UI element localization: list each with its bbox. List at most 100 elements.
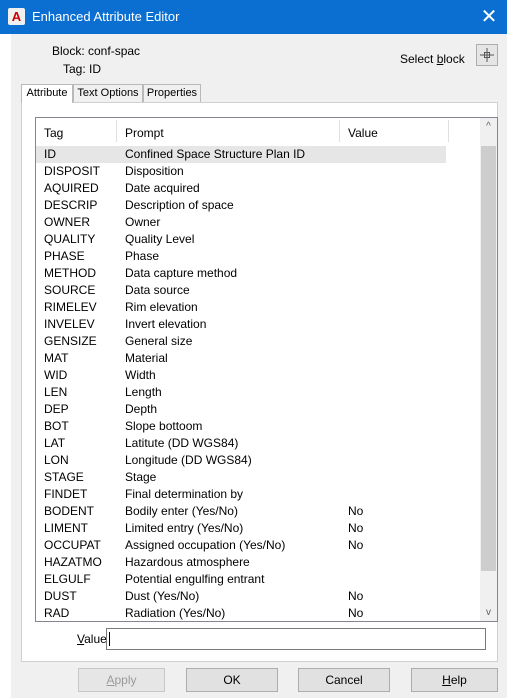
- cell-prompt: Quality Level: [125, 232, 195, 246]
- column-header-tag[interactable]: Tag: [44, 126, 63, 141]
- cell-tag: DESCRIP: [44, 198, 98, 212]
- cell-tag: FINDET: [44, 487, 88, 501]
- cell-prompt: General size: [125, 334, 193, 348]
- close-icon[interactable]: ✕: [471, 0, 507, 34]
- cell-tag: ELGULF: [44, 572, 91, 586]
- cell-tag: QUALITY: [44, 232, 96, 246]
- list-item[interactable]: ID Confined Space Structure Plan ID: [36, 146, 446, 163]
- list-item[interactable]: DISPOSIT Disposition: [36, 163, 446, 180]
- ok-button[interactable]: OK: [186, 668, 278, 692]
- cell-prompt: Rim elevation: [125, 300, 198, 314]
- window-title: Enhanced Attribute Editor: [32, 9, 180, 24]
- cell-prompt: Material: [125, 351, 168, 365]
- list-item[interactable]: OCCUPAT Assigned occupation (Yes/No) No: [36, 537, 446, 554]
- apply-button[interactable]: Apply: [78, 668, 165, 692]
- cell-value: No: [348, 538, 364, 552]
- column-header-prompt[interactable]: Prompt: [125, 126, 164, 141]
- cell-tag: WID: [44, 368, 68, 382]
- cell-prompt: Bodily enter (Yes/No): [125, 504, 238, 518]
- list-item[interactable]: DUST Dust (Yes/No) No: [36, 588, 446, 605]
- vertical-scrollbar[interactable]: ^ v: [480, 118, 497, 621]
- cancel-button[interactable]: Cancel: [298, 668, 390, 692]
- list-item[interactable]: ELGULF Potential engulfing entrant: [36, 571, 446, 588]
- cell-prompt: Radiation (Yes/No): [125, 606, 226, 620]
- cell-tag: LIMENT: [44, 521, 89, 535]
- column-header-value[interactable]: Value: [348, 126, 378, 141]
- list-item[interactable]: INVELEV Invert elevation: [36, 316, 446, 333]
- cell-tag: STAGE: [44, 470, 84, 484]
- list-item[interactable]: WID Width: [36, 367, 446, 384]
- cell-prompt: Final determination by: [125, 487, 244, 501]
- column-separator: [448, 120, 449, 142]
- tab-properties[interactable]: Properties: [143, 84, 201, 102]
- list-item[interactable]: LIMENT Limited entry (Yes/No) No: [36, 520, 446, 537]
- list-item[interactable]: AQUIRED Date acquired: [36, 180, 446, 197]
- list-item[interactable]: QUALITY Quality Level: [36, 231, 446, 248]
- cell-tag: RAD: [44, 606, 70, 620]
- cell-tag: AQUIRED: [44, 181, 99, 195]
- cell-tag: LEN: [44, 385, 68, 399]
- cell-prompt: Limited entry (Yes/No): [125, 521, 244, 535]
- value-input[interactable]: [106, 628, 486, 650]
- list-item[interactable]: BODENT Bodily enter (Yes/No) No: [36, 503, 446, 520]
- cell-prompt: Length: [125, 385, 162, 399]
- cell-tag: ID: [44, 147, 56, 161]
- scrollbar-thumb[interactable]: [481, 146, 496, 571]
- cell-tag: LON: [44, 453, 69, 467]
- cell-prompt: Owner: [125, 215, 161, 229]
- cell-prompt: Longitude (DD WGS84): [125, 453, 252, 467]
- list-item[interactable]: RAD Radiation (Yes/No) No: [36, 605, 446, 621]
- list-item[interactable]: BOT Slope bottoom: [36, 418, 446, 435]
- list-item[interactable]: SOURCE Data source: [36, 282, 446, 299]
- cell-prompt: Assigned occupation (Yes/No): [125, 538, 286, 552]
- cell-value: No: [348, 589, 364, 603]
- list-item[interactable]: LEN Length: [36, 384, 446, 401]
- list-item[interactable]: FINDET Final determination by: [36, 486, 446, 503]
- list-item[interactable]: DEP Depth: [36, 401, 446, 418]
- tab-attribute[interactable]: Attribute: [21, 84, 73, 103]
- scroll-down-icon[interactable]: v: [480, 604, 497, 621]
- cell-tag: DUST: [44, 589, 77, 603]
- cell-tag: SOURCE: [44, 283, 96, 297]
- cell-tag: OCCUPAT: [44, 538, 101, 552]
- column-separator: [116, 120, 117, 142]
- list-item[interactable]: PHASE Phase: [36, 248, 446, 265]
- tab-text-options[interactable]: Text Options: [73, 84, 143, 102]
- list-item[interactable]: RIMELEV Rim elevation: [36, 299, 446, 316]
- list-item[interactable]: MAT Material: [36, 350, 446, 367]
- help-button[interactable]: Help: [411, 668, 498, 692]
- list-item[interactable]: LON Longitude (DD WGS84): [36, 452, 446, 469]
- cell-prompt: Data source: [125, 283, 190, 297]
- cell-prompt: Description of space: [125, 198, 234, 212]
- list-item[interactable]: HAZATMO Hazardous atmosphere: [36, 554, 446, 571]
- cell-tag: INVELEV: [44, 317, 95, 331]
- attribute-list[interactable]: Tag Prompt Value ID Confined Space Struct…: [35, 117, 498, 622]
- list-item[interactable]: DESCRIP Description of space: [36, 197, 446, 214]
- list-item[interactable]: OWNER Owner: [36, 214, 446, 231]
- select-block-button[interactable]: [476, 44, 498, 66]
- autocad-icon: A: [8, 8, 25, 25]
- list-item[interactable]: STAGE Stage: [36, 469, 446, 486]
- cell-tag: HAZATMO: [44, 555, 102, 569]
- cell-prompt: Invert elevation: [125, 317, 207, 331]
- cell-prompt: Dust (Yes/No): [125, 589, 200, 603]
- cell-tag: GENSIZE: [44, 334, 97, 348]
- cell-prompt: Hazardous atmosphere: [125, 555, 250, 569]
- cell-value: No: [348, 504, 364, 518]
- scroll-up-icon[interactable]: ^: [480, 118, 497, 135]
- cell-tag: LAT: [44, 436, 66, 450]
- list-item[interactable]: GENSIZE General size: [36, 333, 446, 350]
- select-block-label[interactable]: Select block: [400, 52, 465, 66]
- cell-prompt: Latitute (DD WGS84): [125, 436, 239, 450]
- tag-label: Tag: ID: [63, 62, 102, 76]
- cell-value: No: [348, 521, 364, 535]
- cell-value: No: [348, 606, 364, 620]
- list-item[interactable]: LAT Latitute (DD WGS84): [36, 435, 446, 452]
- cell-tag: RIMELEV: [44, 300, 97, 314]
- cell-prompt: Stage: [125, 470, 157, 484]
- column-separator: [339, 120, 340, 142]
- cell-tag: OWNER: [44, 215, 90, 229]
- cell-tag: MAT: [44, 351, 69, 365]
- cell-tag: DISPOSIT: [44, 164, 101, 178]
- list-item[interactable]: METHOD Data capture method: [36, 265, 446, 282]
